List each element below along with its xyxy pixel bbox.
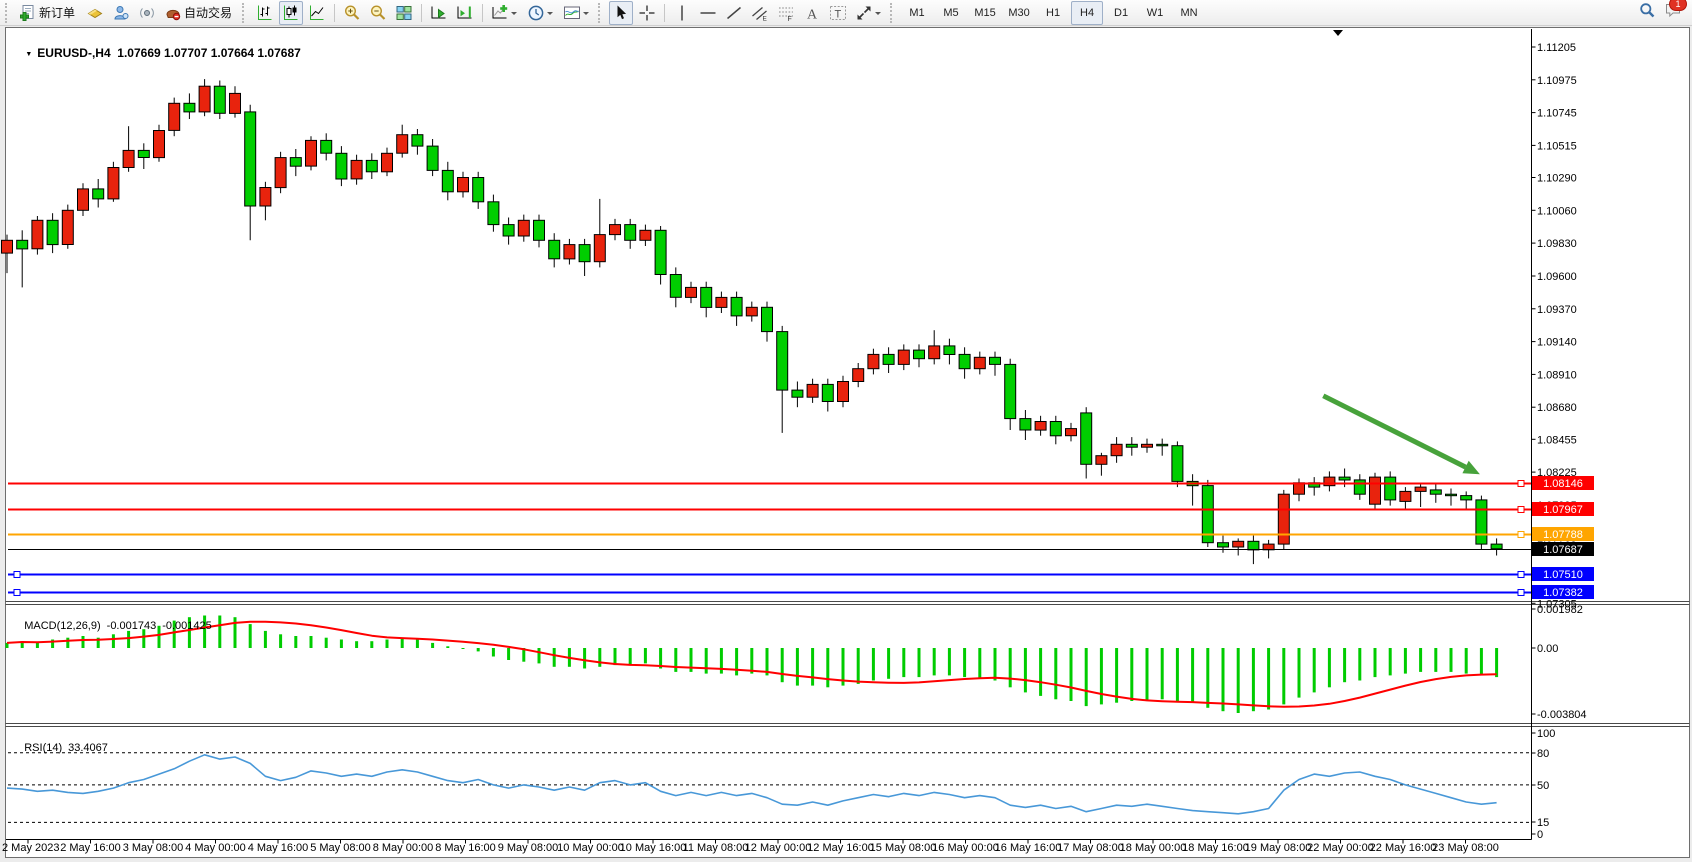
time-axis-label: 11 May 08:00: [683, 842, 749, 854]
price-axis-label: 1.10745: [1537, 108, 1577, 120]
time-axis-label: 10 May 16:00: [620, 842, 687, 854]
price-axis-label: 1.09830: [1537, 238, 1577, 250]
line-handle[interactable]: [1518, 572, 1524, 578]
time-axis-label: 2 May 16:00: [60, 842, 121, 854]
time-axis-label: 4 May 00:00: [185, 842, 246, 854]
time-axis-label: 12 May 16:00: [807, 842, 874, 854]
price-badge-label: 1.07687: [1543, 544, 1583, 556]
price-axis-label: 1.09370: [1537, 304, 1577, 316]
price-axis-label: 1.10975: [1537, 75, 1577, 87]
rsi-axis-label: 50: [1537, 780, 1549, 792]
price-axis-label: 1.08910: [1537, 369, 1577, 381]
time-axis-label: 3 May 08:00: [123, 842, 184, 854]
time-axis-label: 19 May 08:00: [1245, 842, 1312, 854]
rsi-axis-label: 80: [1537, 748, 1549, 760]
price-axis-label: 1.09600: [1537, 271, 1577, 283]
macd-axis-label: 0.001982: [1537, 604, 1583, 616]
chart-canvas: 1.11205 1.10975 1.10745 1.10515 1.10290 1.100…: [0, 0, 1692, 862]
time-axis-label: 17 May 08:00: [1057, 842, 1124, 854]
time-axis-label: 8 May 00:00: [373, 842, 434, 854]
price-badge-label: 1.07967: [1543, 504, 1583, 516]
price-badge-label: 1.07788: [1543, 529, 1583, 541]
time-axis-label: 18 May 00:00: [1120, 842, 1187, 854]
rsi-axis-label: 100: [1537, 728, 1555, 740]
line-handle[interactable]: [14, 590, 20, 596]
time-axis-label: 16 May 00:00: [932, 842, 999, 854]
line-handle[interactable]: [1518, 481, 1524, 487]
line-handle[interactable]: [1518, 507, 1524, 513]
price-badge-label: 1.08146: [1543, 478, 1583, 490]
price-axis-label: 1.11205: [1537, 42, 1576, 54]
time-axis-label: 10 May 00:00: [557, 842, 624, 854]
time-axis-label: 22 May 00:00: [1307, 842, 1374, 854]
price-axis-label: 1.10515: [1537, 140, 1577, 152]
price-axis-label: 1.10060: [1537, 205, 1577, 217]
rsi-axis-label: 15: [1537, 817, 1549, 829]
time-axis[interactable]: 2 May 20232 May 16:003 May 08:004 May 00…: [2, 840, 1499, 855]
price-axis-label: 1.09140: [1537, 337, 1577, 349]
chart-window-frame: [6, 28, 1690, 858]
time-axis-label: 2 May 2023: [2, 842, 59, 854]
macd-axis-label: 0.00: [1537, 643, 1558, 655]
time-axis-label: 4 May 16:00: [248, 842, 309, 854]
time-axis-label: 9 May 08:00: [498, 842, 559, 854]
trading-terminal-window: 新订单自动交易EFATM1M5M15M30H1H4D1W1MN1 1.11205…: [0, 0, 1692, 862]
time-axis-label: 16 May 16:00: [995, 842, 1062, 854]
rsi-axis-label: 0: [1537, 829, 1543, 841]
line-handle[interactable]: [14, 572, 20, 578]
time-axis-label: 23 May 08:00: [1432, 842, 1499, 854]
price-badge-label: 1.07382: [1543, 587, 1583, 599]
line-handle[interactable]: [1518, 590, 1524, 596]
price-axis-label: 1.10290: [1537, 173, 1577, 185]
time-axis-label: 22 May 16:00: [1370, 842, 1437, 854]
time-axis-label: 15 May 08:00: [870, 842, 937, 854]
price-badge-label: 1.07510: [1543, 569, 1583, 581]
price-axis-label: 1.08680: [1537, 402, 1577, 414]
time-axis-label: 12 May 00:00: [745, 842, 812, 854]
macd-axis-label: -0.003804: [1537, 709, 1587, 721]
line-handle[interactable]: [1518, 532, 1524, 538]
time-axis-label: 18 May 16:00: [1182, 842, 1249, 854]
time-axis-label: 8 May 16:00: [435, 842, 496, 854]
price-axis-label: 1.08455: [1537, 434, 1577, 446]
time-axis-label: 5 May 08:00: [310, 842, 371, 854]
